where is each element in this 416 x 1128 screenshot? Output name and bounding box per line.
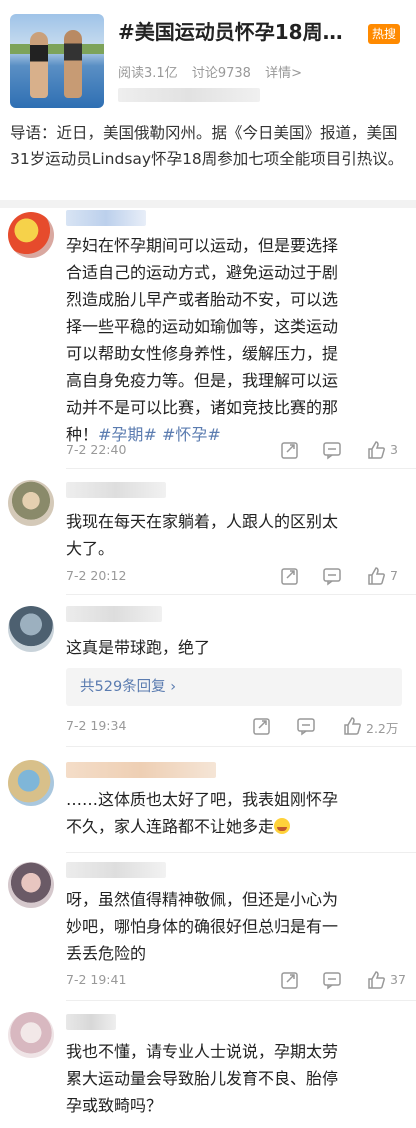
comment-line: 丢丢危险的 xyxy=(66,944,147,963)
comment-text: 呀，虽然值得精神敬佩，但还是小心为 妙吧，哪怕身体的确很好但总归是有一 丢丢危险… xyxy=(66,886,406,967)
comment-line: 大了。 xyxy=(66,539,115,558)
topic-header: #美国运动员怀孕18周… 热搜 阅读3.1亿 讨论9738 详情> xyxy=(0,0,416,118)
avatar[interactable] xyxy=(8,480,54,526)
like-count: 7 xyxy=(390,568,398,583)
avatar[interactable] xyxy=(8,760,54,806)
section-separator xyxy=(0,200,416,208)
comment-line: 我也不懂，请专业人士说说，孕期太劳 xyxy=(66,1042,339,1061)
thumbs-up-icon[interactable] xyxy=(366,970,386,990)
comment-meta: 7-2 20:12 7 xyxy=(66,566,406,586)
blurred-username[interactable] xyxy=(66,1014,116,1030)
track-field-grass xyxy=(10,44,104,54)
comment-time: 7-2 22:40 xyxy=(66,442,127,457)
share-forward-icon[interactable] xyxy=(280,970,300,990)
divider xyxy=(66,746,416,747)
comment-icon[interactable] xyxy=(322,566,342,586)
discussion-count: 讨论9738 xyxy=(191,66,251,81)
thumbs-up-icon[interactable] xyxy=(366,440,386,460)
comment-line: ……这体质也太好了吧，我表姐刚怀孕 xyxy=(66,790,339,809)
divider xyxy=(66,1000,416,1001)
comment-line: 不久，家人连路都不让她多走 xyxy=(66,817,275,836)
comment-line: 高自身免疫力等。但是，我理解可以运 xyxy=(66,371,339,390)
comment-time: 7-2 19:41 xyxy=(66,972,127,987)
thumbs-up-icon[interactable] xyxy=(366,566,386,586)
like-count: 37 xyxy=(390,972,406,987)
like-count: 2.2万 xyxy=(366,721,399,736)
blurred-username[interactable] xyxy=(66,762,216,778)
topic-intro: 导语：近日，美国俄勒冈州。据《今日美国》报道，美国31岁运动员Lindsay怀孕… xyxy=(10,124,404,168)
avatar[interactable] xyxy=(8,862,54,908)
share-forward-icon[interactable] xyxy=(280,566,300,586)
replies-label: 共529条回复 xyxy=(80,679,166,695)
blurred-username[interactable] xyxy=(66,482,166,498)
share-forward-icon[interactable] xyxy=(280,440,300,460)
comment-time: 7-2 20:12 xyxy=(66,568,127,583)
comment-line: 呀，虽然值得精神敬佩，但还是小心为 xyxy=(66,890,339,909)
comment-line: 可以帮助女性修身养性，缓解压力，提 xyxy=(66,344,339,363)
comment-icon[interactable] xyxy=(322,440,342,460)
comment-line: 合适自己的运动方式，避免运动过于剧 xyxy=(66,263,339,282)
blurred-username[interactable] xyxy=(66,210,146,226)
comment-line: 我现在每天在家躺着，人跟人的区别太 xyxy=(66,512,339,531)
comment-text: 我现在每天在家躺着，人跟人的区别太 大了。 xyxy=(66,508,406,562)
blurred-username[interactable] xyxy=(66,862,166,878)
laughing-emoji-icon xyxy=(274,818,291,834)
athlete-figure xyxy=(30,32,48,98)
read-count: 阅读3.1亿 xyxy=(118,66,178,81)
athlete-figure xyxy=(64,30,82,98)
comment-text: 这真是带球跑，绝了 xyxy=(66,634,406,661)
comment-meta: 7-2 19:34 2.2万 xyxy=(66,716,406,736)
comment-line: 累大运动量会导致胎儿发育不良、胎停 xyxy=(66,1069,339,1088)
comment-time: 7-2 19:34 xyxy=(66,718,127,733)
topic-stats: 阅读3.1亿 讨论9738 详情> xyxy=(118,62,312,81)
comment-icon[interactable] xyxy=(296,716,316,736)
comment-line: 择一些平稳的运动如瑜伽等，这类运动 xyxy=(66,317,339,336)
comment-text: ……这体质也太好了吧，我表姐刚怀孕 不久，家人连路都不让她多走 xyxy=(66,786,406,840)
chevron-right-icon: › xyxy=(170,679,177,695)
details-link[interactable]: 详情> xyxy=(265,66,302,81)
comment-line: 烈造成胎儿早产或者胎动不安，可以选 xyxy=(66,290,339,309)
comment-meta: 7-2 19:41 37 xyxy=(66,970,406,990)
share-forward-icon[interactable] xyxy=(252,716,272,736)
avatar[interactable] xyxy=(8,606,54,652)
comment-line: 妙吧，哪怕身体的确很好但总归是有一 xyxy=(66,917,339,936)
comment-line: 孕妇在怀孕期间可以运动，但是要选择 xyxy=(66,236,339,255)
blurred-username[interactable] xyxy=(66,606,162,622)
divider xyxy=(66,468,416,469)
like-count: 3 xyxy=(390,442,398,457)
comment-line: 这真是带球跑，绝了 xyxy=(66,638,211,657)
topic-cover-image[interactable] xyxy=(10,14,104,108)
comment-text: 我也不懂，请专业人士说说，孕期太劳 累大运动量会导致胎儿发育不良、胎停 孕或致畸… xyxy=(66,1038,406,1119)
thumbs-up-icon[interactable] xyxy=(342,716,362,736)
comment-line: 孕或致畸吗？ xyxy=(66,1096,163,1115)
comment-text: 孕妇在怀孕期间可以运动，但是要选择 合适自己的运动方式，避免运动过于剧 烈造成胎… xyxy=(66,232,406,448)
view-replies-button[interactable]: 共529条回复 › xyxy=(66,668,402,706)
blurred-host-line xyxy=(118,88,260,102)
divider xyxy=(66,594,416,595)
divider xyxy=(66,852,416,853)
comment-meta: 7-2 22:40 3 xyxy=(66,440,406,460)
comment-icon[interactable] xyxy=(322,970,342,990)
avatar[interactable] xyxy=(8,1012,54,1058)
hot-badge: 热搜 xyxy=(368,24,400,44)
avatar[interactable] xyxy=(8,212,54,258)
topic-title[interactable]: #美国运动员怀孕18周… xyxy=(118,16,366,45)
comment-line: 动并不是可以比赛，诸如竞技比赛的那 xyxy=(66,398,339,417)
